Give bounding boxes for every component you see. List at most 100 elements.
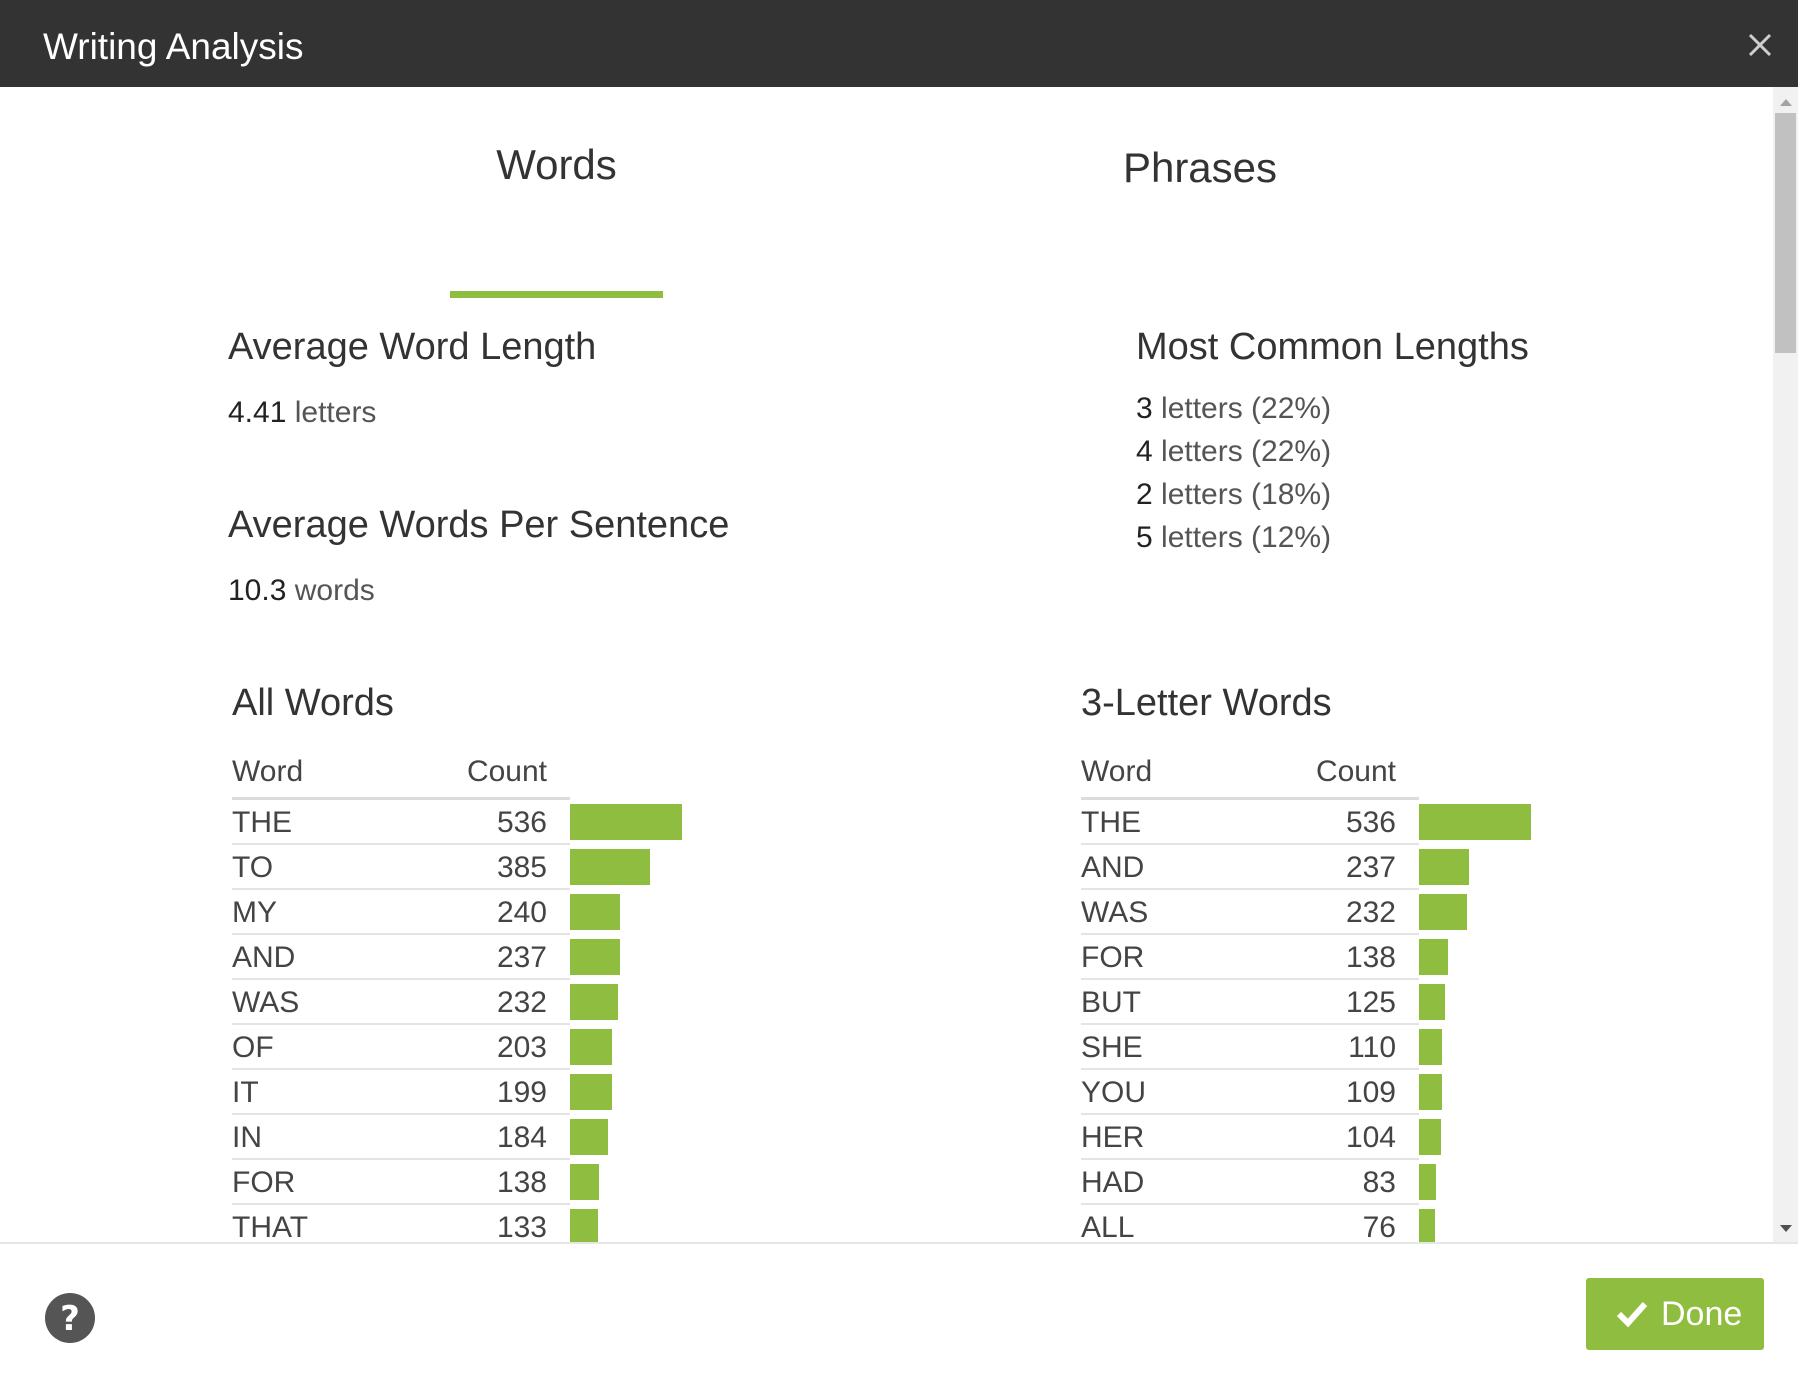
check-icon (1616, 1301, 1648, 1328)
count-bar (1419, 804, 1531, 840)
tab-phrases[interactable]: Phrases (1100, 142, 1300, 194)
header-divider (1081, 797, 1419, 800)
help-icon[interactable]: ? (44, 1292, 96, 1344)
list-item: 4 letters (22%) (1136, 430, 1331, 473)
row-divider (1081, 1158, 1419, 1160)
count-cell: 232 (496, 986, 547, 1019)
count-cell: 76 (1362, 1211, 1396, 1242)
row-divider (232, 978, 570, 980)
list-item: 3 letters (22%) (1136, 387, 1331, 430)
count-cell: 237 (1345, 851, 1396, 884)
count-cell: 83 (1362, 1166, 1396, 1199)
count-bar (570, 1164, 599, 1200)
count-bar (570, 1074, 612, 1110)
active-tab-indicator (450, 291, 663, 298)
average-words-per-sentence-unit: words (294, 574, 375, 607)
length-text: letters (18%) (1161, 478, 1332, 511)
row-divider (232, 933, 570, 935)
average-word-length-value: 4.41 letters (228, 393, 376, 433)
length-value: 5 (1136, 521, 1153, 554)
length-value: 2 (1136, 478, 1153, 511)
count-bar (1419, 1074, 1442, 1110)
count-bar (570, 939, 620, 975)
row-divider (1081, 1023, 1419, 1025)
done-button-label: Done (1661, 1295, 1743, 1333)
row-divider (1081, 1068, 1419, 1070)
count-bar (1419, 1029, 1442, 1065)
row-divider (1081, 978, 1419, 980)
count-bar (570, 804, 682, 840)
average-words-per-sentence-number: 10.3 (228, 574, 287, 607)
length-value: 4 (1136, 435, 1153, 468)
row-divider (232, 1023, 570, 1025)
count-bar (570, 1119, 608, 1155)
column-header-count: Count (466, 755, 547, 788)
count-bar (1419, 984, 1445, 1020)
count-bar (1419, 894, 1467, 930)
count-bar (570, 1029, 612, 1065)
title-bar: Writing Analysis (0, 0, 1798, 87)
analysis-content: Words Phrases Average Word Length 4.41 l… (0, 87, 1773, 1242)
column-header-count: Count (1315, 755, 1396, 788)
count-cell: 138 (496, 1166, 547, 1199)
list-item: 5 letters (12%) (1136, 516, 1331, 559)
most-common-lengths-list: 3 letters (22%) 4 letters (22%) 2 letter… (1136, 387, 1331, 559)
count-bar (570, 1209, 598, 1242)
count-bar (1419, 1209, 1435, 1242)
scrollbar-thumb[interactable] (1775, 113, 1796, 353)
count-bar (1419, 1164, 1436, 1200)
count-cell: 232 (1345, 896, 1396, 929)
row-divider (1081, 933, 1419, 935)
count-cell: 536 (496, 806, 547, 839)
count-cell: 125 (1345, 986, 1396, 1019)
all-words-title: All Words (232, 682, 394, 724)
scroll-down-arrow-icon[interactable] (1780, 1225, 1792, 1232)
footer-divider (0, 1242, 1798, 1244)
done-button[interactable]: Done (1586, 1278, 1764, 1350)
count-cell: 109 (1345, 1076, 1396, 1109)
list-item: 2 letters (18%) (1136, 473, 1331, 516)
count-cell: 104 (1345, 1121, 1396, 1154)
row-divider (1081, 843, 1419, 845)
count-cell: 203 (496, 1031, 547, 1064)
count-cell: 536 (1345, 806, 1396, 839)
header-divider (232, 797, 570, 800)
close-icon[interactable] (1739, 24, 1781, 66)
row-divider (232, 1068, 570, 1070)
svg-text:?: ? (60, 1299, 80, 1339)
count-cell: 199 (496, 1076, 547, 1109)
three-letter-words-title: 3-Letter Words (1081, 682, 1332, 724)
count-cell: 184 (496, 1121, 547, 1154)
count-cell: 133 (496, 1211, 547, 1242)
length-value: 3 (1136, 392, 1153, 425)
row-divider (232, 888, 570, 890)
window-title: Writing Analysis (43, 26, 304, 67)
average-word-length-title: Average Word Length (228, 326, 597, 368)
count-bar (1419, 939, 1448, 975)
scroll-up-arrow-icon[interactable] (1780, 99, 1792, 106)
row-divider (1081, 888, 1419, 890)
count-cell: 385 (496, 851, 547, 884)
count-bar (570, 849, 650, 885)
most-common-lengths-title: Most Common Lengths (1136, 326, 1529, 368)
count-bar (570, 894, 620, 930)
row-divider (232, 1203, 570, 1205)
vertical-scrollbar[interactable] (1773, 87, 1798, 1242)
count-cell: 110 (1348, 1031, 1396, 1064)
average-words-per-sentence-title: Average Words Per Sentence (228, 504, 730, 546)
count-cell: 138 (1345, 941, 1396, 974)
row-divider (232, 843, 570, 845)
average-words-per-sentence-value: 10.3 words (228, 571, 375, 611)
length-text: letters (22%) (1161, 435, 1332, 468)
length-text: letters (22%) (1161, 392, 1332, 425)
row-divider (1081, 1203, 1419, 1205)
row-divider (1081, 1113, 1419, 1115)
length-text: letters (12%) (1161, 521, 1332, 554)
count-bar (570, 984, 618, 1020)
count-cell: 237 (496, 941, 547, 974)
tab-words[interactable]: Words (450, 139, 663, 191)
count-bar (1419, 849, 1469, 885)
average-word-length-unit: letters (294, 396, 377, 429)
row-divider (232, 1113, 570, 1115)
count-cell: 240 (496, 896, 547, 929)
